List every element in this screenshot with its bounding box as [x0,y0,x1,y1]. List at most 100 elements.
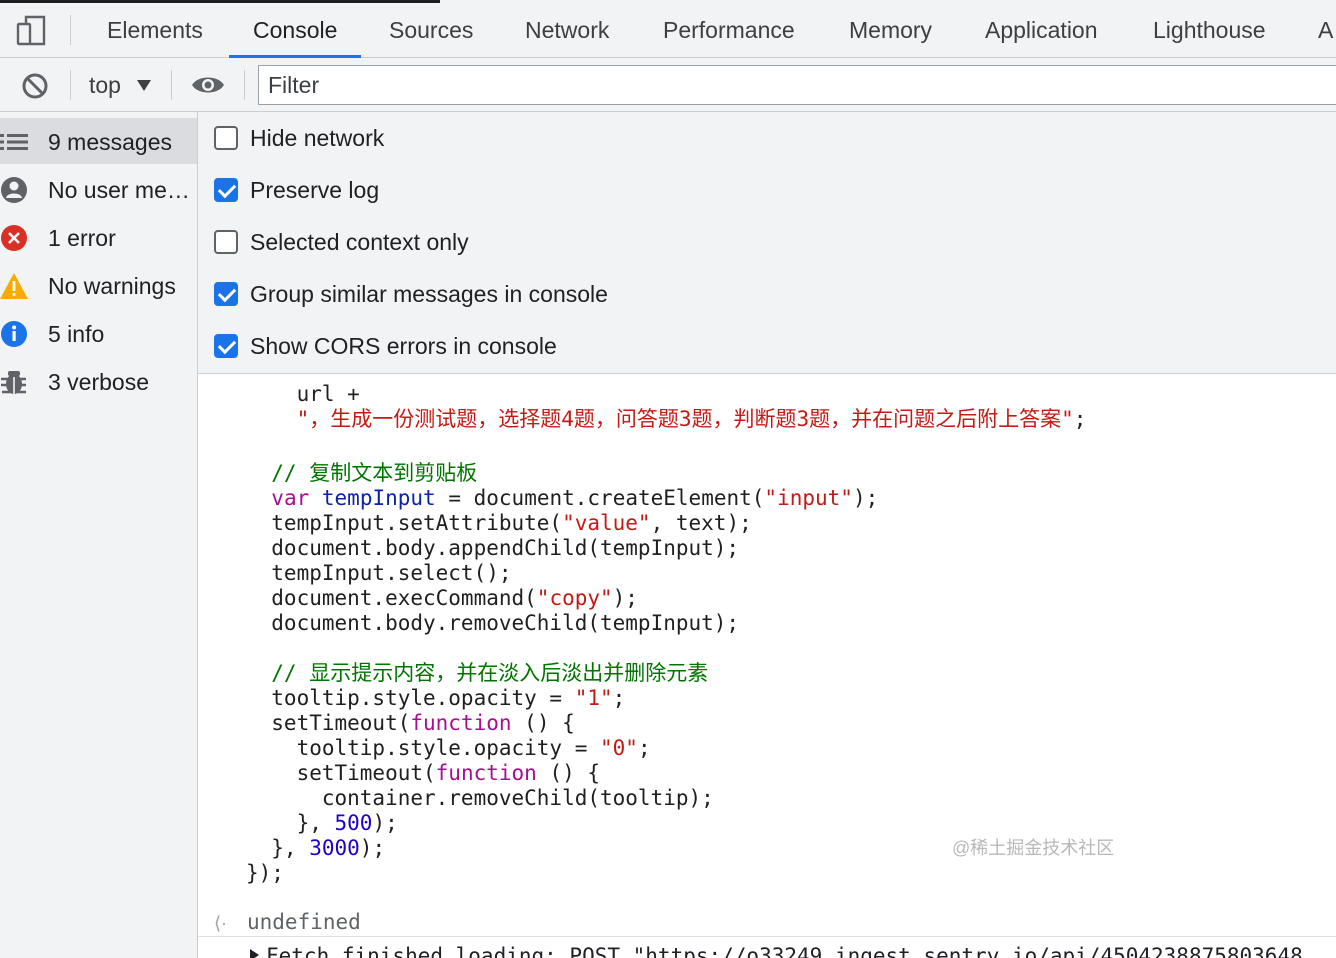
toolbar-separator [171,70,172,100]
code-line: setTimeout(function () { [246,711,575,736]
code-token: // 复制文本到剪贴板 [246,461,478,485]
tab-memory[interactable]: Memory [849,0,932,58]
code-token: tempInput.select(); [246,561,512,585]
window-top-strip [0,0,440,3]
code-token: , text); [650,511,752,535]
context-selector[interactable]: top [89,70,121,100]
code-token: tempInput.setAttribute( [246,511,563,535]
code-token: setTimeout( [246,711,411,735]
console-output: url + "，生成一份测试题，选择题4题，问答题3题，判断题3题，并在问题之后… [198,374,1336,958]
code-token: document.body.appendChild(tempInput); [246,536,740,560]
code-line: // 显示提示内容，并在淡入后淡出并删除元素 [246,661,708,686]
chevron-down-icon[interactable] [137,80,151,91]
tab-overflow[interactable]: A [1318,0,1336,58]
code-line: tempInput.select(); [246,561,512,586]
toolbar-separator [244,70,245,100]
tab-sources[interactable]: Sources [389,0,473,58]
code-line: }); [246,861,284,886]
code-token: "value" [562,511,651,535]
console-message-row[interactable]: Fetch finished loading: POST "https://o3… [198,936,1336,958]
code-token: () { [511,711,575,735]
tab-network[interactable]: Network [525,0,609,58]
code-line: url + [246,382,360,407]
block-icon[interactable] [20,71,50,101]
sidebar-item-label: 1 error [48,225,116,251]
option-label: Show CORS errors in console [250,333,557,359]
code-token: ); [372,811,398,835]
result-arrow-icon: ⟨· [214,913,228,933]
code-token: "，生成一份测试题，选择题4题，问答题3题，判断题3题，并在问题之后附上答案" [246,407,1074,431]
sidebar-item-errors[interactable]: 1 error [0,214,197,260]
expand-triangle-icon[interactable] [250,949,259,958]
code-token: 500 [334,811,373,835]
console-sidebar: 9 messages No user messages 1 error No w… [0,112,198,958]
filter-input[interactable] [258,65,1336,105]
code-token: ; [637,736,651,760]
option-label: Group similar messages in console [250,281,608,307]
code-token: ); [359,836,386,860]
sidebar-item-warnings[interactable]: No warnings [0,262,197,308]
code-token: ; [1073,407,1087,431]
tab-elements[interactable]: Elements [107,0,203,58]
tab-lighthouse[interactable]: Lighthouse [1153,0,1266,58]
code-token: "input" [764,486,853,510]
device-toolbar-icon[interactable] [14,12,50,48]
tab-console[interactable]: Console [228,0,362,58]
code-line: }, 3000); [246,836,385,861]
code-token: 3000 [309,836,360,860]
code-line: tooltip.style.opacity = "1"; [246,686,625,711]
option-label: Hide network [250,125,385,151]
code-token: ); [612,586,638,610]
devtools-tab-bar: Elements Console Sources Network Perform… [0,0,1336,58]
sidebar-item-label: 5 info [48,321,105,347]
code-token: container.removeChild(tooltip); [246,786,714,810]
code-token: }, [246,811,335,835]
code-line: "，生成一份测试题，选择题4题，问答题3题，判断题3题，并在问题之后附上答案"; [246,407,1087,432]
toolbar-separator [70,70,71,100]
tabbar-separator [70,15,71,45]
error-icon [1,225,27,251]
checkbox-show-cors-errors[interactable] [214,334,238,358]
code-token: var [271,486,310,510]
code-token: ; [612,686,626,710]
list-icon [0,134,28,150]
console-toolbar: top [0,58,1336,112]
console-settings-panel: Hide network Preserve log Selected conte… [198,112,1336,374]
eye-icon[interactable] [190,72,226,98]
code-token: setTimeout( [246,761,436,785]
watermark: @稀土掘金技术社区 [952,838,1115,858]
code-line: // 复制文本到剪贴板 [246,461,477,486]
sidebar-item-label: 9 messages [48,129,173,155]
tab-application[interactable]: Application [985,0,1098,58]
option-label: Selected context only [250,229,469,255]
code-line: container.removeChild(tooltip); [246,786,714,811]
code-token: tooltip.style.opacity = [246,686,575,710]
sidebar-item-messages[interactable]: 9 messages [0,118,197,164]
checkbox-group-similar[interactable] [214,282,238,306]
sidebar-item-verbose[interactable]: 3 verbose [0,358,197,404]
sidebar-item-label: No user messages [48,177,196,203]
tab-performance[interactable]: Performance [663,0,795,58]
checkbox-preserve-log[interactable] [214,178,238,202]
code-token: ); [852,486,879,510]
code-line: tempInput.setAttribute("value", text); [246,511,752,536]
code-token: tooltip.style.opacity = [246,736,601,760]
sidebar-item-user-messages[interactable]: No user messages [0,166,197,212]
code-line: document.execCommand("copy"); [246,586,638,611]
code-line: tooltip.style.opacity = "0"; [246,736,651,761]
code-token: }, [246,836,310,860]
fetch-message-text: Fetch finished loading: POST "https://o3… [266,944,1303,958]
code-line: document.body.removeChild(tempInput); [246,611,739,636]
code-token: function [435,761,537,785]
code-line: var tempInput = document.createElement("… [246,486,878,511]
code-token: = document.createElement( [435,486,765,510]
checkbox-hide-network[interactable] [214,126,238,150]
code-token: document.body.removeChild(tempInput); [246,611,740,635]
code-token: url + [246,382,360,406]
sidebar-item-info[interactable]: 5 info [0,310,197,356]
info-icon [1,321,27,347]
checkbox-selected-context-only[interactable] [214,230,238,254]
bug-icon [1,371,26,394]
code-line: setTimeout(function () { [246,761,600,786]
